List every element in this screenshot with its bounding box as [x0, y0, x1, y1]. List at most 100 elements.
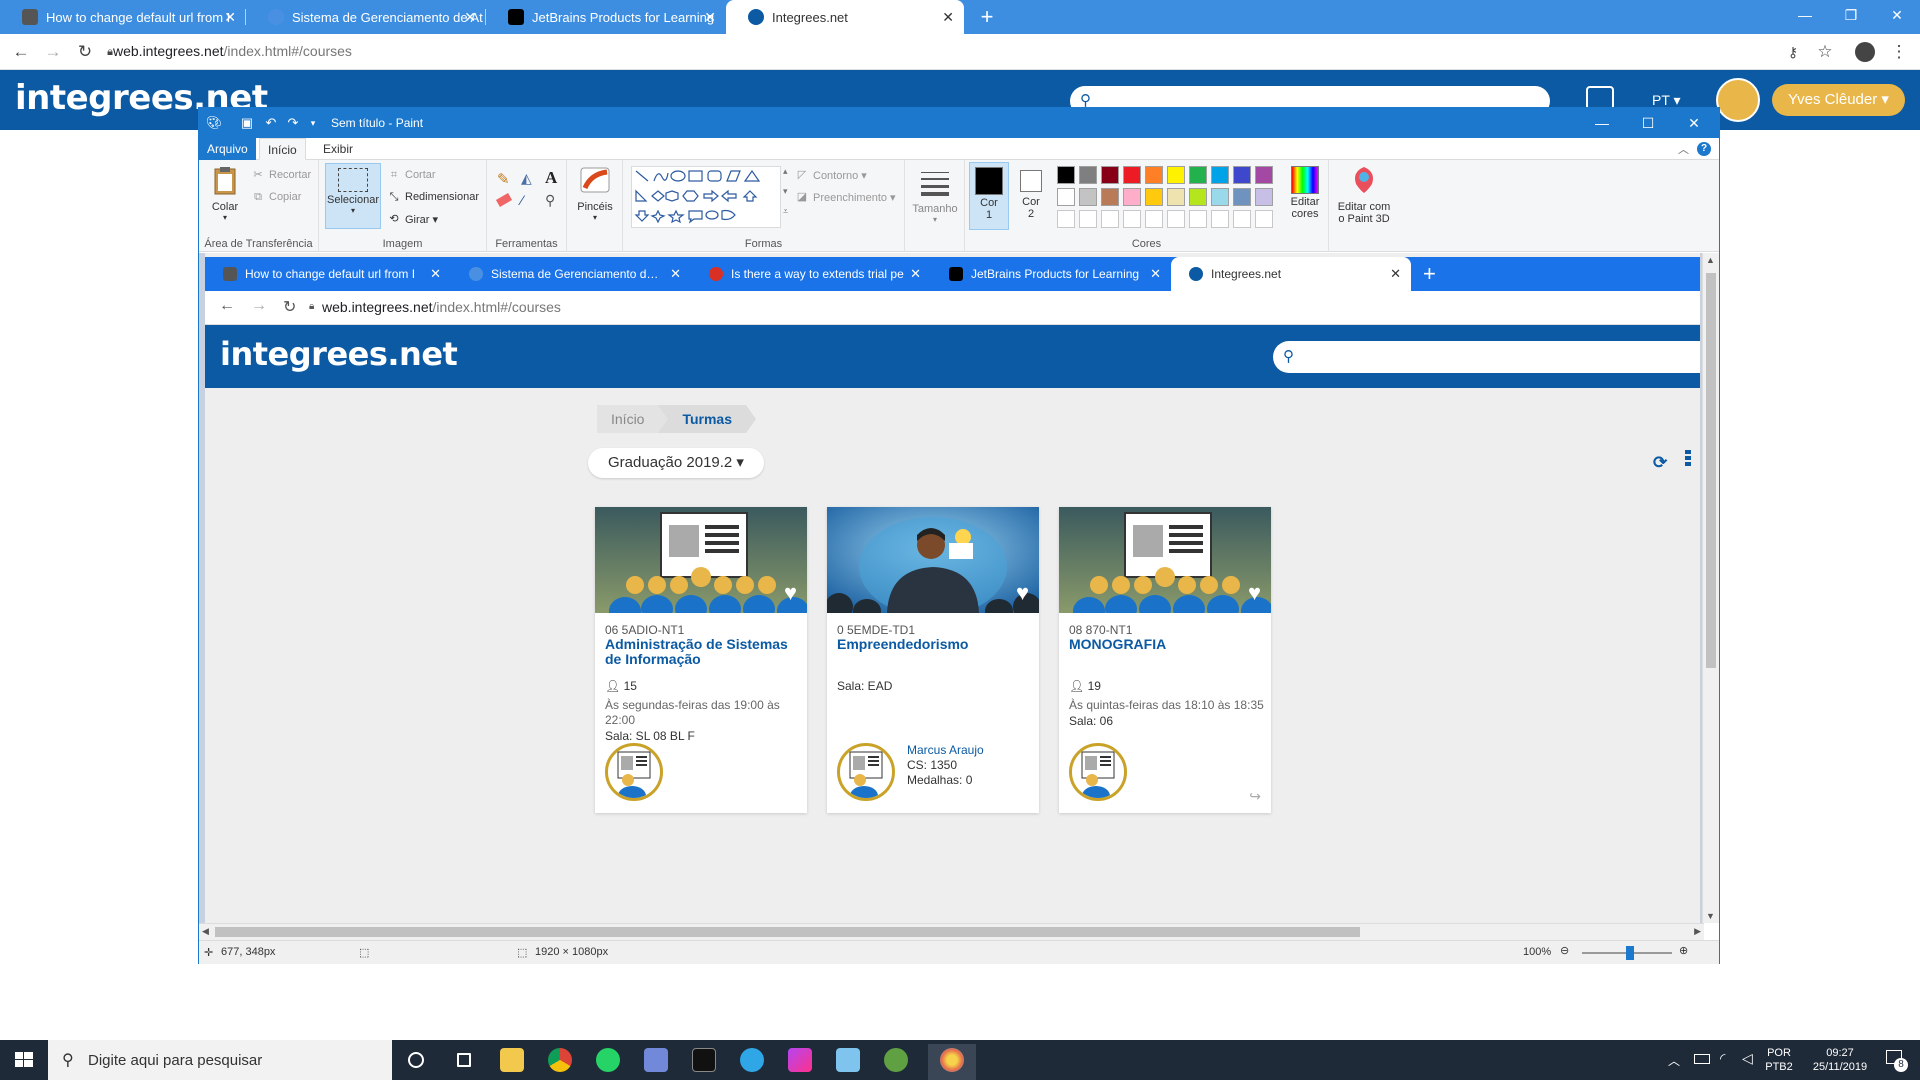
url-field[interactable]: web.integrees.net/index.html#/courses [322, 299, 561, 315]
pencil-icon[interactable]: ✎ [497, 170, 510, 188]
palette-swatch[interactable] [1123, 188, 1141, 206]
zoom-slider[interactable] [1582, 946, 1672, 960]
shapes-expand-icon[interactable]: ⩡ [783, 206, 788, 217]
outer-tab[interactable]: Sistema de Gerenciamento de At ✕ [246, 0, 486, 34]
scroll-left-icon[interactable]: ◀ [202, 926, 209, 937]
reload-icon[interactable]: ↻ [283, 297, 296, 317]
edge-icon[interactable] [728, 1044, 776, 1080]
palette-swatch[interactable] [1145, 188, 1163, 206]
customize-qat-icon[interactable]: ▾ [305, 115, 321, 131]
palette-swatch-empty[interactable] [1211, 210, 1229, 228]
teacher-avatar[interactable] [605, 743, 663, 801]
palette-swatch[interactable] [1101, 166, 1119, 184]
palette-swatch[interactable] [1057, 166, 1075, 184]
outer-tab[interactable]: How to change default url from I ✕ [0, 0, 246, 34]
palette-swatch-empty[interactable] [1167, 210, 1185, 228]
forward-icon[interactable]: → [42, 41, 64, 63]
key-icon[interactable]: ⚷ [1782, 41, 1804, 63]
save-icon[interactable]: ▣ [239, 115, 255, 131]
discord-icon[interactable] [632, 1044, 680, 1080]
outer-tab[interactable]: JetBrains Products for Learning ✕ [486, 0, 726, 34]
eraser-icon[interactable] [495, 193, 513, 207]
profile-avatar-icon[interactable] [1854, 41, 1876, 63]
task-view-icon[interactable] [440, 1044, 488, 1080]
whatsapp-icon[interactable] [584, 1044, 632, 1080]
close-tab-icon[interactable]: ✕ [910, 266, 921, 282]
select-button[interactable]: Selecionar ▾ [325, 163, 381, 229]
close-tab-icon[interactable]: ✕ [1390, 266, 1401, 282]
color1-button[interactable]: Cor 1 [969, 162, 1009, 230]
back-icon[interactable]: ← [10, 41, 32, 63]
color2-button[interactable]: Cor 2 [1013, 162, 1049, 230]
palette-swatch-empty[interactable] [1123, 210, 1141, 228]
shapes-gallery[interactable] [631, 166, 781, 228]
palette-swatch[interactable] [1211, 188, 1229, 206]
palette-swatch-empty[interactable] [1145, 210, 1163, 228]
palette-swatch[interactable] [1233, 188, 1251, 206]
vertical-scrollbar[interactable]: ▲ ▼ [1702, 253, 1719, 923]
collapse-ribbon-icon[interactable]: ︿ [1678, 141, 1689, 157]
chevron-up-icon[interactable]: ︿ [1668, 1052, 1680, 1069]
help-icon[interactable]: ? [1697, 142, 1711, 156]
paint-taskbar-icon[interactable] [928, 1044, 976, 1080]
course-card[interactable]: ♥ 06 5ADIO-NT1 Administração de Sistemas… [595, 507, 807, 813]
breadcrumb-home[interactable]: Início [597, 405, 670, 433]
edit-colors-button[interactable]: Editar cores [1283, 164, 1327, 220]
horizontal-scrollbar[interactable]: ◀ ▶ [199, 923, 1704, 940]
inner-tab-active[interactable]: Integrees.net ✕ [1171, 257, 1411, 291]
palette-swatch-empty[interactable] [1233, 210, 1251, 228]
close-tab-icon[interactable]: ✕ [430, 266, 441, 282]
close-window-icon[interactable]: ✕ [1671, 108, 1717, 138]
palette-swatch[interactable] [1145, 166, 1163, 184]
maximize-icon[interactable]: ☐ [1625, 108, 1671, 138]
inner-tab[interactable]: Is there a way to extends trial pe ✕ [691, 257, 931, 291]
close-tab-icon[interactable]: ✕ [1150, 266, 1161, 282]
battery-icon[interactable] [1694, 1054, 1710, 1064]
teacher-avatar[interactable] [837, 743, 895, 801]
file-explorer-icon[interactable] [488, 1044, 536, 1080]
taskbar-search-input[interactable]: ⚲ Digite aqui para pesquisar [48, 1040, 392, 1080]
inner-tab[interactable]: Sistema de Gerenciamento de At ✕ [451, 257, 691, 291]
cortana-icon[interactable] [392, 1044, 440, 1080]
close-tab-icon[interactable]: ✕ [224, 9, 236, 26]
share-icon[interactable]: ↪ [1249, 788, 1261, 805]
user-menu-button[interactable]: Yves Clêuder ▾ [1772, 84, 1905, 116]
size-button[interactable]: Tamanho ▾ [911, 166, 959, 224]
palette-swatch[interactable] [1189, 166, 1207, 184]
view-options-icon[interactable] [1685, 448, 1691, 468]
scroll-right-icon[interactable]: ▶ [1694, 926, 1701, 937]
wifi-icon[interactable]: ◜ [1720, 1050, 1725, 1067]
close-tab-icon[interactable]: ✕ [704, 9, 716, 26]
clock[interactable]: 09:27 25/11/2019 [1804, 1046, 1876, 1074]
tab-file[interactable]: Arquivo [199, 138, 256, 160]
site-search-input[interactable]: ⚲ [1273, 341, 1700, 373]
outline-dropdown[interactable]: ◸ Contorno ▾ [795, 168, 867, 182]
palette-swatch-empty[interactable] [1079, 210, 1097, 228]
palette-swatch[interactable] [1167, 166, 1185, 184]
edit-in-paint3d-button[interactable]: Editar com o Paint 3D [1331, 164, 1397, 225]
palette-swatch[interactable] [1189, 188, 1207, 206]
refresh-icon[interactable]: ⟳ [1653, 453, 1667, 473]
resize-button[interactable]: ⤡ Redimensionar [387, 190, 479, 204]
close-tab-icon[interactable]: ✕ [464, 9, 476, 26]
copy-button[interactable]: ⧉ Copiar [251, 190, 301, 204]
notifications-button[interactable]: 8 [1882, 1046, 1910, 1074]
scroll-down-icon[interactable]: ▼ [1706, 911, 1715, 921]
paste-button[interactable]: Colar ▾ [205, 164, 245, 222]
shapes-scroll-icon[interactable]: ▾ [783, 186, 788, 197]
outer-tab-active[interactable]: Integrees.net ✕ [726, 0, 964, 34]
notepad-icon[interactable] [824, 1044, 872, 1080]
tab-home[interactable]: Início [259, 138, 306, 160]
text-tool-icon[interactable]: A [545, 168, 557, 188]
new-tab-button[interactable]: + [1423, 261, 1436, 287]
palette-swatch[interactable] [1079, 166, 1097, 184]
forward-icon[interactable]: → [251, 297, 267, 315]
favorite-heart-icon[interactable]: ♥ [1248, 580, 1261, 606]
palette-swatch-empty[interactable] [1255, 210, 1273, 228]
teacher-name[interactable]: Marcus Araujo [907, 743, 984, 757]
paint-app-icon[interactable]: 🎨︎ [206, 115, 223, 131]
palette-swatch[interactable] [1057, 188, 1075, 206]
brushes-button[interactable]: Pincéis ▾ [571, 164, 619, 222]
heidisql-icon[interactable] [872, 1044, 920, 1080]
palette-swatch[interactable] [1123, 166, 1141, 184]
